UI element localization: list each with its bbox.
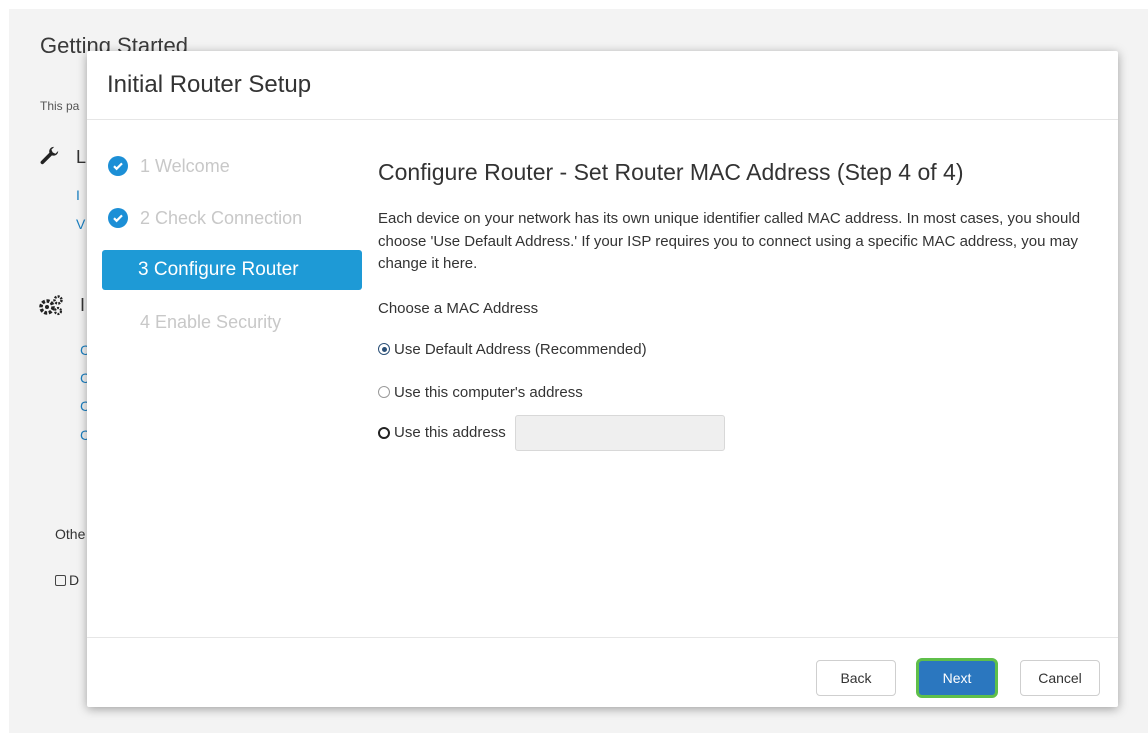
step-label: 4 Enable Security <box>140 311 282 332</box>
step-heading: Configure Router - Set Router MAC Addres… <box>378 159 964 185</box>
choose-mac-label: Choose a MAC Address <box>378 299 539 317</box>
next-button[interactable]: Next <box>916 658 998 698</box>
option-default-address[interactable]: Use Default Address (Recommended) <box>378 341 1098 358</box>
section-link[interactable]: I <box>76 187 80 203</box>
cancel-button[interactable]: Cancel <box>1020 660 1100 696</box>
option-label: Use this address <box>394 424 506 441</box>
section-heading-tools: L <box>76 147 87 167</box>
option-computer-address[interactable]: Use this computer's address <box>378 384 1098 401</box>
section-link[interactable]: V <box>76 216 85 232</box>
page-description: This pa <box>40 99 80 113</box>
background-checkbox[interactable]: D <box>55 572 79 588</box>
option-label: Use this computer's address <box>394 383 583 401</box>
dialog-footer: Back Next Cancel <box>87 637 1118 707</box>
step-description: Each device on your network has its own … <box>378 210 1081 272</box>
gears-icon <box>39 295 63 316</box>
other-label: Othe <box>55 526 86 542</box>
checkbox-label: D <box>69 572 80 588</box>
step-enable-security[interactable]: 4 Enable Security <box>102 302 362 342</box>
back-button[interactable]: Back <box>816 660 896 696</box>
step-label: 3 Configure Router <box>138 259 299 280</box>
dialog-header: Initial Router Setup <box>87 51 1118 120</box>
wrench-icon <box>40 146 59 165</box>
check-circle-icon <box>108 156 128 176</box>
step-configure-router[interactable]: 3 Configure Router <box>102 250 362 290</box>
step-content: Configure Router - Set Router MAC Addres… <box>378 159 1098 477</box>
radio-unchecked-icon[interactable] <box>378 426 390 439</box>
option-custom-address[interactable]: Use this address <box>378 414 1098 451</box>
wizard-steps: 1 Welcome 2 Check Connection 3 Configure… <box>102 146 362 354</box>
step-check-connection[interactable]: 2 Check Connection <box>102 198 362 238</box>
step-welcome[interactable]: 1 Welcome <box>102 146 362 186</box>
section-heading-settings: I <box>80 295 86 315</box>
checkbox-icon[interactable] <box>55 574 66 586</box>
option-label: Use Default Address (Recommended) <box>394 340 647 358</box>
dialog-title: Initial Router Setup <box>107 71 312 98</box>
radio-unchecked-icon[interactable] <box>378 386 390 398</box>
step-label: 2 Check Connection <box>140 207 303 228</box>
radio-checked-icon[interactable] <box>378 343 390 355</box>
step-label: 1 Welcome <box>140 155 230 176</box>
check-circle-icon <box>108 208 128 228</box>
setup-dialog: Initial Router Setup 1 Welcome 2 Check C… <box>87 51 1118 707</box>
mac-address-input[interactable] <box>514 414 725 451</box>
